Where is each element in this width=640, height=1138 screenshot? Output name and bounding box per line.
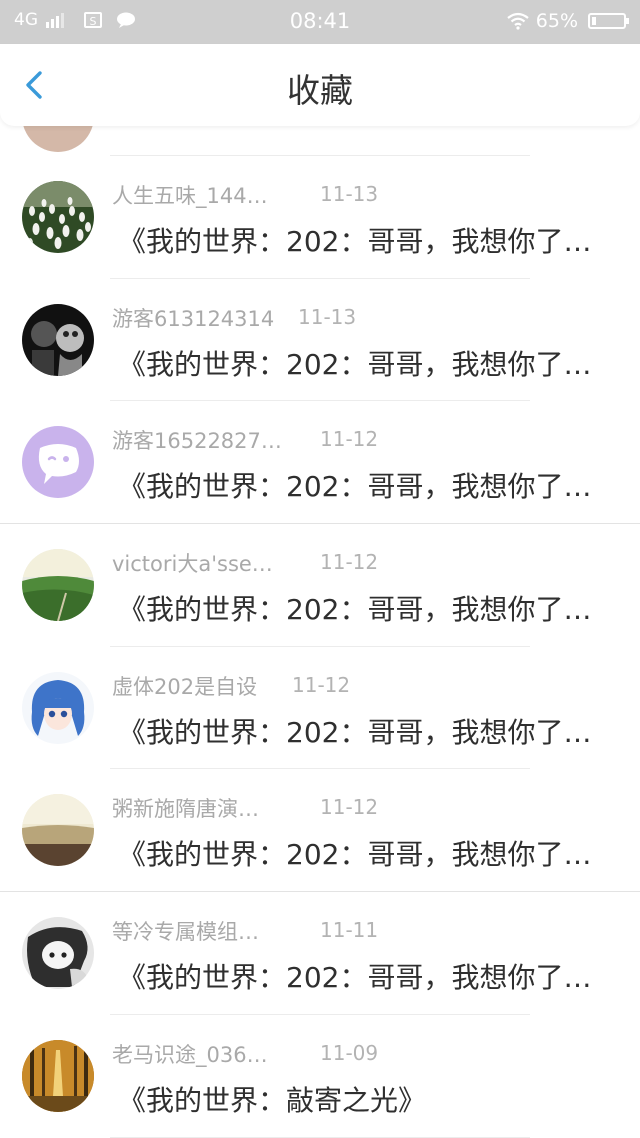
page-title: 收藏: [287, 71, 353, 110]
list-item[interactable]: 游客16522827… 11-12 《我的世界：202：哥哥，我想你了…: [0, 401, 640, 525]
avatar: [22, 794, 94, 867]
list-item[interactable]: 粥新施隋唐演… 11-12 《我的世界：202：哥哥，我想你了…: [0, 769, 640, 893]
item-snippet: 《我的世界：敲寄之光》: [118, 1083, 427, 1117]
list-item[interactable]: 等冷专属模组… 11-11 《我的世界：202：哥哥，我想你了…: [0, 892, 640, 1015]
item-snippet: 《我的世界：202：哥哥，我想你了…: [118, 225, 592, 258]
avatar: [22, 303, 94, 376]
status-right: 65%: [506, 10, 629, 32]
avatar: [22, 671, 94, 744]
divider: [110, 1136, 530, 1138]
wifi-icon: [507, 12, 529, 30]
item-snippet: 《我的世界：202：哥哥，我想你了…: [118, 961, 592, 995]
username: 游客613124314: [112, 306, 275, 331]
username: 等冷专属模组…: [112, 920, 259, 945]
item-date: 11-13: [298, 304, 357, 329]
item-date: 11-12: [320, 550, 379, 575]
item-snippet: 《我的世界：202：哥哥，我想你了…: [118, 838, 592, 872]
avatar: [22, 917, 94, 990]
username: 老马识途_036…: [112, 1042, 268, 1067]
username: 粥新施隋唐演…: [112, 797, 259, 822]
list-item[interactable]: 老马识途_036… 11-09 《我的世界：敲寄之光》: [0, 1015, 640, 1138]
list-item[interactable]: victori大a'sse… 11-12 《我的世界：202：哥哥，我想你了…: [0, 524, 640, 647]
list-item[interactable]: 人生五味_144… 11-13 《我的世界：202：哥哥，我想你了…: [0, 156, 640, 279]
avatar: [22, 126, 94, 152]
item-snippet: 《我的世界：202：哥哥，我想你了…: [118, 715, 592, 749]
item-snippet: 《我的世界：202：哥哥，我想你了…: [118, 347, 592, 381]
username: victori大a'sse…: [112, 552, 273, 577]
item-date: 11-12: [320, 795, 379, 820]
username: 虚体202是自设: [112, 674, 258, 699]
item-snippet: 《我的世界：202：哥哥，我想你了…: [118, 593, 592, 627]
avatar: [22, 181, 94, 253]
item-date: 11-09: [320, 1040, 379, 1065]
list-item-partial: [0, 126, 640, 156]
item-snippet: 《我的世界：202：哥哥，我想你了…: [118, 470, 592, 504]
battery-percent: 65%: [535, 10, 578, 32]
avatar: [22, 426, 94, 499]
username: 游客16522827…: [112, 429, 282, 454]
list-item[interactable]: 游客613124314 11-13 《我的世界：202：哥哥，我想你了…: [0, 279, 640, 402]
header: 收藏: [0, 44, 640, 126]
item-date: 11-12: [292, 672, 351, 697]
status-bar: 4G S 08:41 65%: [0, 0, 640, 44]
avatar: [22, 549, 94, 622]
favorites-list: 人生五味_144… 11-13 《我的世界：202：哥哥，我想你了… 游客613…: [0, 126, 640, 1138]
item-date: 11-13: [320, 182, 379, 206]
avatar: [22, 1039, 94, 1112]
list-item[interactable]: 虚体202是自设 11-12 《我的世界：202：哥哥，我想你了…: [0, 647, 640, 770]
item-date: 11-12: [320, 427, 379, 452]
item-date: 11-11: [320, 918, 379, 943]
battery-icon: [588, 13, 629, 29]
username: 人生五味_144…: [112, 184, 268, 208]
